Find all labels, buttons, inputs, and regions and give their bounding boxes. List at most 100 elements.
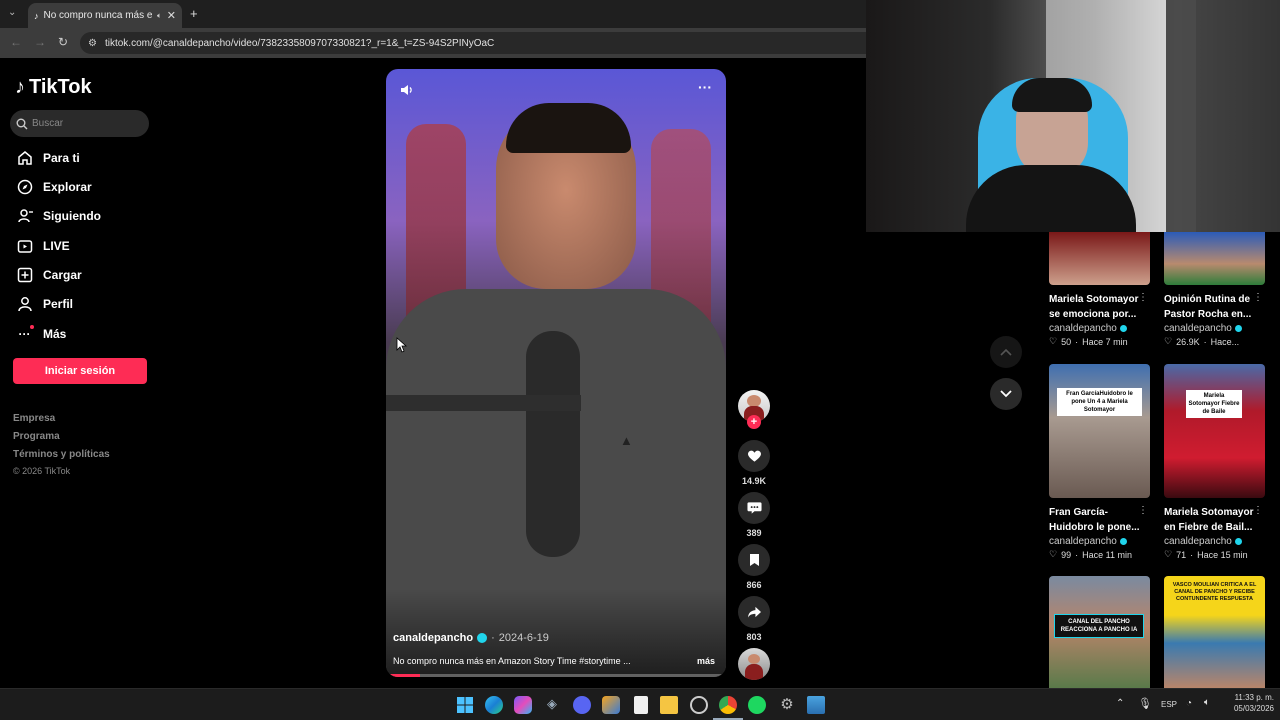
system-tray-chevron-icon[interactable]: ⌃ bbox=[1116, 698, 1124, 709]
forward-icon[interactable]: → bbox=[34, 35, 46, 49]
address-bar-row: ← → ↻ ⚙︎ tiktok.com/@canaldepancho/video… bbox=[0, 28, 866, 58]
webcam-overlay bbox=[866, 0, 1280, 232]
video-thumbnail: CANAL DEL PANCHO REACCIONA A PANCHO IA bbox=[1049, 576, 1150, 688]
verified-icon bbox=[1234, 325, 1242, 332]
caption-more-button[interactable]: más bbox=[697, 656, 715, 666]
tiktok-favicon-icon: ♪ bbox=[34, 10, 39, 21]
volume-tray-icon[interactable]: 🔈︎ bbox=[1204, 697, 1210, 708]
video-thumbnail: Mariela Sotomayor Fiebre de Baile bbox=[1164, 364, 1265, 498]
card-time: Hace 15 min bbox=[1197, 549, 1248, 560]
edge-icon[interactable] bbox=[485, 696, 503, 714]
follow-plus-icon[interactable]: + bbox=[747, 415, 761, 429]
sidebar-item-siguiendo[interactable]: Siguiendo bbox=[16, 207, 101, 224]
card-author: canaldepancho bbox=[1164, 536, 1232, 547]
photos-icon[interactable] bbox=[807, 696, 825, 714]
heart-outline-icon: ♡ bbox=[1049, 549, 1058, 559]
video-card[interactable]: Fran GarcíaHuidobro le pone Un 4 a Marie… bbox=[1049, 364, 1150, 560]
save-count: 866 bbox=[746, 580, 762, 590]
more-options-icon[interactable]: ··· bbox=[698, 79, 712, 95]
video-progress-bar[interactable] bbox=[386, 674, 726, 677]
following-icon bbox=[16, 207, 33, 224]
video-card[interactable]: Mariela Sotomayor Fiebre de Baile Mariel… bbox=[1164, 364, 1265, 560]
heart-icon bbox=[747, 450, 761, 462]
video-author[interactable]: canaldepancho bbox=[393, 632, 473, 644]
video-card[interactable]: VASCO MOULIAN CRITICA A EL CANAL DE PANC… bbox=[1164, 576, 1265, 688]
copilot-icon[interactable] bbox=[514, 696, 532, 714]
card-likes: 99 bbox=[1061, 549, 1072, 560]
video-player[interactable]: ▲ ··· canaldepancho · 2024-6-19 No compr… bbox=[386, 69, 726, 677]
upload-icon bbox=[16, 266, 33, 283]
address-bar[interactable]: ⚙︎ tiktok.com/@canaldepancho/video/73823… bbox=[80, 32, 866, 54]
new-tab-icon[interactable]: + bbox=[190, 6, 198, 21]
sidebar-item-para-ti[interactable]: Para ti bbox=[16, 149, 80, 166]
sidebar-item-explorar[interactable]: Explorar bbox=[16, 178, 92, 195]
close-tab-icon[interactable]: ✕ bbox=[167, 9, 176, 22]
browser-tab[interactable]: ♪ No compro nunca más en A 🔈︎ ✕ bbox=[28, 3, 182, 28]
footer-link-terminos[interactable]: Términos y políticas bbox=[13, 449, 110, 460]
sidebar-item-perfil[interactable]: Perfil bbox=[16, 295, 73, 312]
tab-list-icon[interactable]: ⌄ bbox=[8, 7, 16, 18]
previous-video-button[interactable] bbox=[990, 336, 1022, 368]
video-card[interactable]: CANAL DEL PANCHO REACCIONA A PANCHO IA bbox=[1049, 576, 1150, 688]
card-title: Mariela Sotomayor se emociona por... bbox=[1049, 294, 1139, 320]
sidebar-item-cargar[interactable]: Cargar bbox=[16, 266, 82, 283]
spotify-icon[interactable] bbox=[748, 696, 766, 714]
video-thumbnail bbox=[1164, 232, 1265, 285]
video-caption: No compro nunca más en Amazon Story Time… bbox=[393, 656, 631, 666]
more-icon: ··· bbox=[16, 325, 34, 342]
bookmark-icon bbox=[749, 554, 759, 566]
search-input[interactable]: Buscar bbox=[10, 110, 149, 137]
footer-link-empresa[interactable]: Empresa bbox=[13, 413, 55, 424]
save-button[interactable] bbox=[738, 544, 770, 576]
guitar-area-image bbox=[1166, 0, 1280, 232]
site-info-icon[interactable]: ⚙︎ bbox=[88, 38, 97, 49]
video-card[interactable]: Opinión Rutina de Pastor Rocha en... ⋮ c… bbox=[1164, 232, 1265, 347]
heart-outline-icon: ♡ bbox=[1164, 336, 1173, 346]
music-disc-avatar[interactable] bbox=[738, 648, 770, 680]
speaker-icon[interactable]: 🔈︎ bbox=[157, 11, 162, 21]
obs-icon[interactable] bbox=[690, 696, 708, 714]
next-video-button[interactable] bbox=[990, 378, 1022, 410]
footer-link-programa[interactable]: Programa bbox=[13, 431, 60, 442]
thumbnail-caption: Mariela Sotomayor Fiebre de Baile bbox=[1186, 390, 1242, 418]
logo-text: TikTok bbox=[29, 76, 92, 98]
card-more-icon[interactable]: ⋮ bbox=[1253, 292, 1263, 303]
volume-icon[interactable] bbox=[399, 82, 415, 98]
chrome-icon[interactable] bbox=[719, 696, 737, 714]
comment-button[interactable] bbox=[738, 492, 770, 524]
settings-icon[interactable]: ⚙︎ bbox=[778, 696, 796, 714]
back-icon[interactable]: ← bbox=[10, 35, 22, 49]
wifi-icon[interactable]: ◔ bbox=[1186, 698, 1192, 709]
card-author: canaldepancho bbox=[1049, 536, 1117, 547]
like-button[interactable] bbox=[738, 440, 770, 472]
card-author: canaldepancho bbox=[1049, 323, 1117, 334]
reload-icon[interactable]: ↻ bbox=[58, 35, 68, 49]
tiktok-note-icon: ♪ bbox=[15, 76, 25, 98]
video-progress-fill bbox=[386, 674, 420, 677]
card-more-icon[interactable]: ⋮ bbox=[1253, 505, 1263, 516]
video-card[interactable]: Mariela Sotomayor se emociona por... ⋮ c… bbox=[1049, 232, 1150, 347]
copyright-text: © 2026 TikTok bbox=[13, 466, 71, 476]
login-button[interactable]: Iniciar sesión bbox=[13, 358, 147, 384]
network-app-icon[interactable]: ◈ bbox=[543, 696, 561, 714]
share-button[interactable] bbox=[738, 596, 770, 628]
tiktok-logo[interactable]: ♪ TikTok bbox=[15, 76, 92, 99]
discord-icon[interactable] bbox=[573, 696, 591, 714]
start-button[interactable] bbox=[456, 696, 474, 714]
card-more-icon[interactable]: ⋮ bbox=[1138, 292, 1148, 303]
comment-icon bbox=[746, 502, 762, 514]
card-more-icon[interactable]: ⋮ bbox=[1138, 505, 1148, 516]
microphone-icon[interactable]: 🎙︎ bbox=[1138, 697, 1152, 710]
video-date: 2024-6-19 bbox=[498, 632, 549, 644]
sidebar-item-live[interactable]: LIVE bbox=[16, 237, 70, 254]
thumbnail-caption: CANAL DEL PANCHO REACCIONA A PANCHO IA bbox=[1054, 614, 1144, 638]
security-app-icon[interactable] bbox=[602, 696, 620, 714]
card-likes: 50 bbox=[1061, 336, 1072, 347]
notepad-icon[interactable] bbox=[634, 696, 648, 714]
adidas-logo-icon: ▲ bbox=[620, 433, 633, 448]
file-explorer-icon[interactable] bbox=[660, 696, 678, 714]
language-indicator[interactable]: ESP bbox=[1161, 700, 1177, 709]
sidebar-item-mas[interactable]: ··· Más bbox=[16, 325, 66, 342]
author-row: canaldepancho · 2024-6-19 bbox=[393, 632, 549, 644]
clock[interactable]: 11:33 p. m. 05/03/2026 bbox=[1222, 692, 1274, 714]
